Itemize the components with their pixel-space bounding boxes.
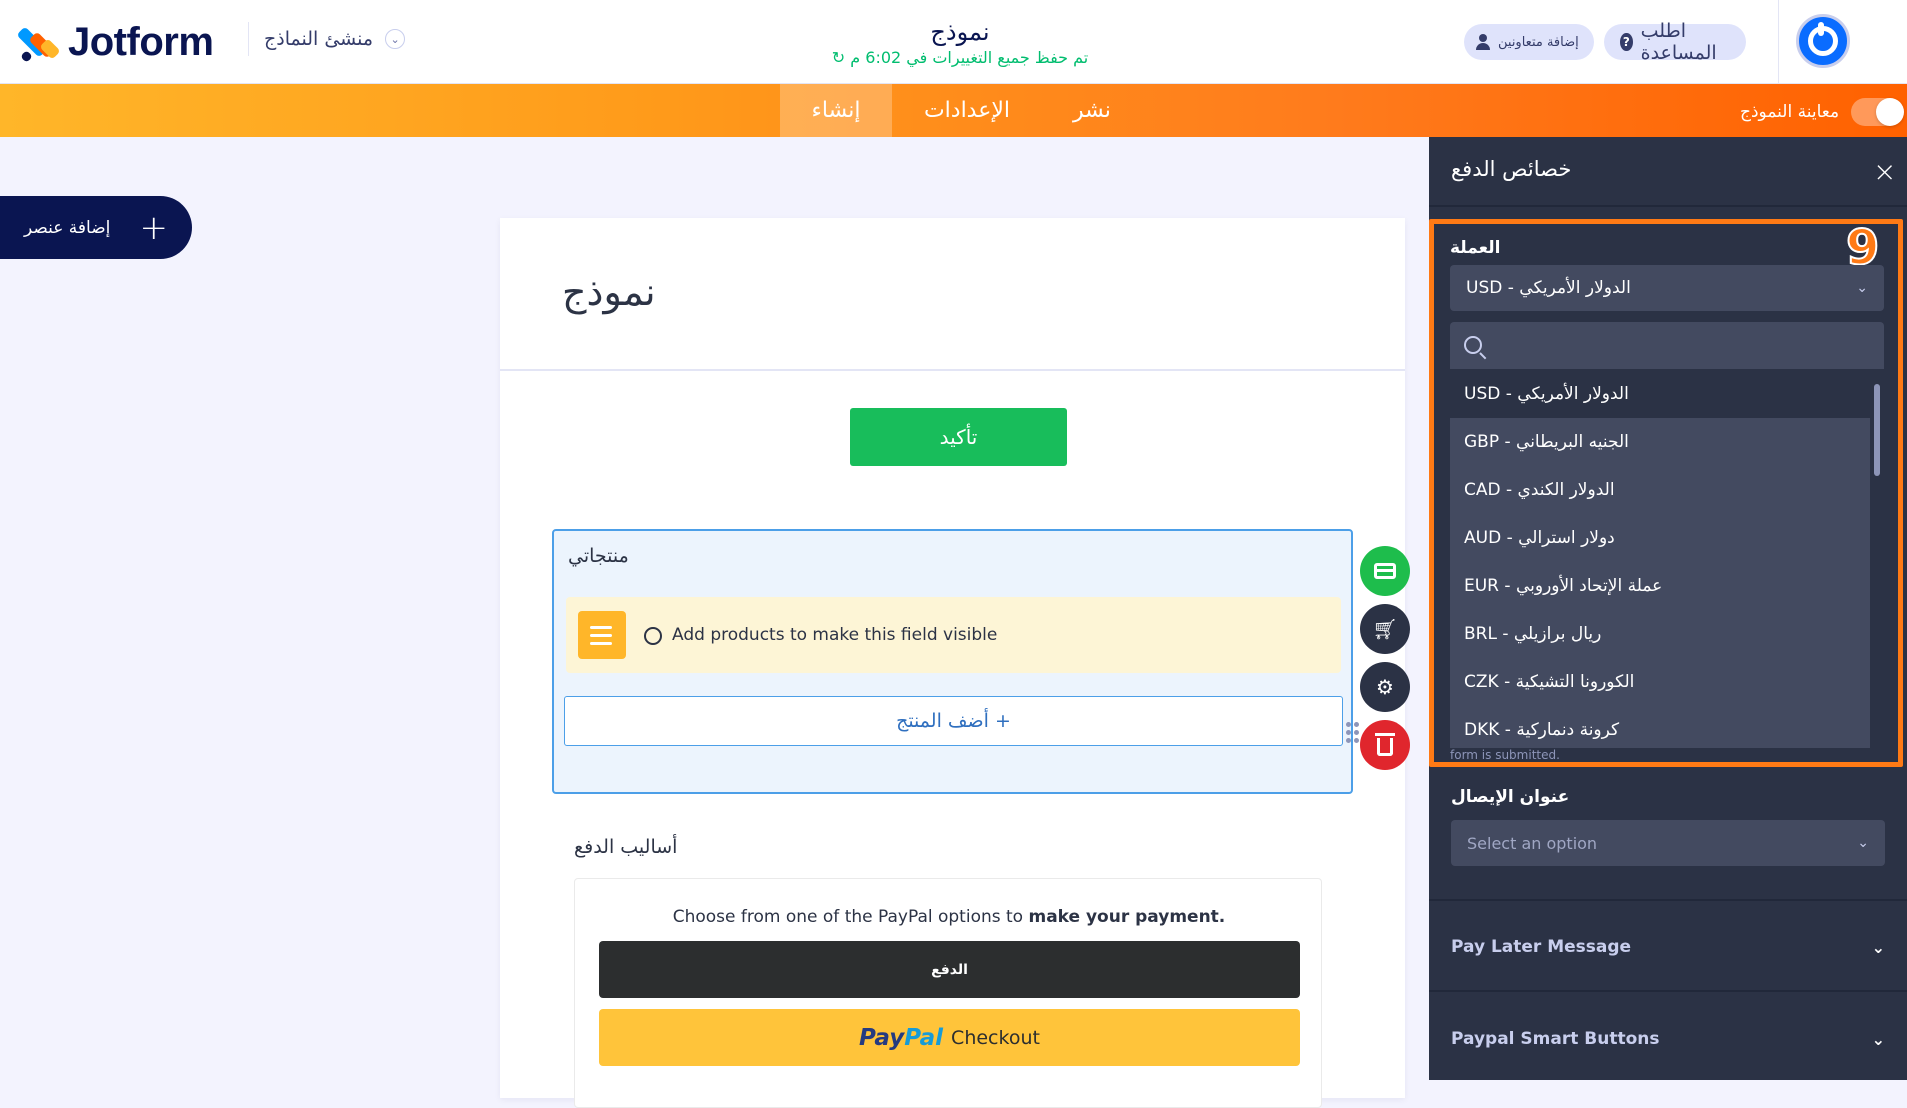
add-element-button[interactable]: إضافة عنصر + [0, 196, 192, 259]
paypal-checkout-button[interactable]: PayPal Checkout [599, 1009, 1300, 1066]
products-notice: Add products to make this field visible [566, 597, 1359, 743]
currency-option[interactable]: GBP - الجنيه البريطاني [1450, 418, 1870, 466]
add-collaborators-button[interactable]: إضافة متعاونين [1464, 24, 1594, 60]
currency-options: USD - الدولار الأمريكي GBP - الجنيه البر… [1450, 370, 1870, 748]
products-label[interactable]: منتجاتي [568, 545, 629, 567]
jotform-logo-icon [16, 24, 61, 63]
chevron-down-icon: ⌄ [1856, 280, 1868, 296]
currency-option[interactable]: AUD - دولار استرالي [1450, 514, 1870, 562]
currency-selected: USD - الدولار الأمريكي [1466, 278, 1631, 298]
chevron-down-icon: ⌄ [1871, 937, 1885, 957]
jotform-logo[interactable]: Jotform [16, 20, 214, 65]
form-preview-toggle[interactable] [1851, 98, 1905, 126]
user-icon [1476, 34, 1490, 50]
divider [1778, 0, 1779, 84]
question-icon: ? [1620, 33, 1633, 51]
currency-option[interactable]: EUR - عملة الإتحاد الأوروبي [1450, 562, 1870, 610]
pay-later-section[interactable]: Pay Later Message ⌄ [1451, 937, 1885, 957]
currency-option[interactable]: CAD - الدولار الكندي [1450, 466, 1870, 514]
currency-search-input[interactable] [1450, 322, 1884, 370]
paypal-box: Choose from one of the PayPal options to… [574, 878, 1322, 1108]
help-button[interactable]: ? اطلب المساعدة [1604, 20, 1746, 64]
currency-option[interactable]: BRL - ريال برازيلي [1450, 610, 1870, 658]
currency-label: العملة [1450, 238, 1501, 258]
divider [248, 22, 249, 56]
chevron-down-icon: ⌄ [1857, 835, 1869, 851]
pay-button[interactable]: الدفع [599, 941, 1300, 998]
add-collaborators-label: إضافة متعاونين [1498, 34, 1579, 50]
form-preview-toggle-area: معاينة النموذج [1740, 98, 1905, 126]
list-icon [578, 611, 626, 659]
builder-nav: إنشاء الإعدادات نشر معاينة النموذج [0, 84, 1907, 137]
power-icon [1808, 22, 1838, 56]
trash-icon [1375, 733, 1395, 756]
currency-option[interactable]: DKK - كرونة دنماركية [1450, 706, 1870, 748]
chevron-down-icon: ⌄ [385, 29, 406, 49]
save-status: ↻ تم حفظ جميع التغييرات في 6:02 م [831, 48, 1089, 67]
form-heading[interactable]: نموذج [562, 270, 656, 314]
helper-text: form is submitted. [1450, 748, 1560, 762]
payment-properties-panel: خصائص الدفع × 9 العملة USD - الدولار الأ… [1429, 137, 1907, 1080]
form-canvas: نموذج تأكيد منتجاتي Add products to make… [500, 218, 1405, 1108]
smart-buttons-section[interactable]: Paypal Smart Buttons ⌄ [1451, 1029, 1885, 1049]
currency-highlight: 9 العملة USD - الدولار الأمريكي ⌄ USD - … [1429, 219, 1903, 767]
gear-icon: ⚙ [1376, 675, 1394, 699]
search-icon [1464, 336, 1482, 354]
help-label: اطلب المساعدة [1640, 20, 1717, 64]
tab-build[interactable]: إنشاء [780, 84, 892, 137]
add-product-button[interactable]: أضف المنتج + [564, 696, 1343, 746]
brand-name: Jotform [68, 20, 214, 64]
divider [1429, 205, 1907, 207]
pay-later-label: Pay Later Message [1451, 937, 1632, 957]
top-bar: Jotform منشئ النماذج ⌄ نموذج ↻ تم حفظ جم… [0, 0, 1907, 84]
divider [1429, 990, 1907, 992]
radio-icon [644, 627, 662, 645]
products-button[interactable]: 🛒︎ [1360, 604, 1410, 654]
tab-publish[interactable]: نشر [1042, 84, 1142, 137]
chevron-down-icon: ⌄ [1871, 1029, 1885, 1049]
paypal-intro: Choose from one of the PayPal options to… [672, 907, 1226, 927]
add-element-label: إضافة عنصر [24, 217, 111, 238]
shipping-address-select[interactable]: Select an option ⌄ [1451, 820, 1885, 866]
delete-field-button[interactable] [1360, 720, 1410, 770]
drag-handle-icon[interactable] [1346, 722, 1360, 743]
form-title-area[interactable]: نموذج ↻ تم حفظ جميع التغييرات في 6:02 م [760, 18, 1160, 67]
field-tools: 🛒︎ ⚙ [1360, 546, 1410, 778]
product-list-field[interactable]: منتجاتي Add products to make this field … [552, 529, 1359, 794]
credit-card-icon [1374, 563, 1396, 579]
avatar[interactable] [1796, 14, 1850, 68]
form-title[interactable]: نموذج [760, 18, 1160, 46]
currency-dropdown: USD - الدولار الأمريكي GBP - الجنيه البر… [1450, 322, 1884, 748]
shipping-address-placeholder: Select an option [1467, 833, 1598, 853]
currency-select[interactable]: USD - الدولار الأمريكي ⌄ [1450, 265, 1884, 311]
products-notice-text: Add products to make this field visible [672, 625, 998, 645]
paypal-logo: PayPal [859, 1024, 944, 1051]
tab-settings[interactable]: الإعدادات [892, 84, 1042, 137]
currency-option[interactable]: USD - الدولار الأمريكي [1450, 370, 1870, 418]
scrollbar-thumb[interactable] [1874, 384, 1880, 476]
currency-option[interactable]: CZK - الكورونا التشيكية [1450, 658, 1870, 706]
paypal-checkout-label: Checkout [951, 1026, 1040, 1049]
cart-icon: 🛒︎ [1372, 617, 1398, 641]
close-icon[interactable]: × [1873, 155, 1896, 188]
shipping-address-label: عنوان الإيصال [1451, 787, 1570, 807]
form-header[interactable]: نموذج [500, 218, 1405, 371]
panel-title: خصائص الدفع [1451, 157, 1572, 181]
properties-button[interactable]: ⚙ [1360, 662, 1410, 712]
payment-methods-label[interactable]: أساليب الدفع [574, 836, 677, 858]
refresh-icon: ↻ [831, 48, 846, 67]
divider [1429, 899, 1907, 901]
smart-buttons-label: Paypal Smart Buttons [1451, 1029, 1660, 1049]
builder-menu-label: منشئ النماذج [264, 28, 374, 50]
payment-gateway-button[interactable] [1360, 546, 1410, 596]
plus-icon: + [139, 207, 169, 248]
form-preview-label: معاينة النموذج [1740, 102, 1840, 122]
submit-button[interactable]: تأكيد [850, 408, 1067, 466]
builder-menu[interactable]: منشئ النماذج ⌄ [248, 22, 406, 56]
